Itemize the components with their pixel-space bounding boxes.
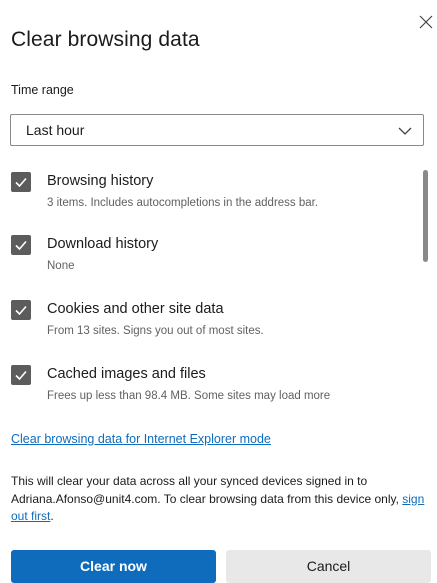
checkmark-icon xyxy=(15,370,27,381)
checkmark-icon xyxy=(15,240,27,251)
cookies-label: Cookies and other site data xyxy=(47,301,224,317)
time-range-select[interactable]: Last hour xyxy=(10,114,424,146)
sync-info-text: This will clear your data across all you… xyxy=(11,473,431,526)
clear-now-button[interactable]: Clear now xyxy=(11,550,216,583)
cached-images-label: Cached images and files xyxy=(47,366,206,382)
checkmark-icon xyxy=(15,305,27,316)
cookies-description: From 13 sites. Signs you out of most sit… xyxy=(47,325,264,337)
sync-info-suffix: . xyxy=(50,509,54,523)
cached-images-checkbox[interactable] xyxy=(11,365,31,385)
clear-browsing-data-dialog: Clear browsing data Time range Last hour… xyxy=(0,0,437,583)
option-cached-images[interactable]: Cached images and files Frees up less th… xyxy=(10,363,405,413)
download-history-checkbox[interactable] xyxy=(11,235,31,255)
browsing-history-description: 3 items. Includes autocompletions in the… xyxy=(47,197,319,209)
option-browsing-history[interactable]: Browsing history 3 items. Includes autoc… xyxy=(10,170,405,220)
cookies-checkbox[interactable] xyxy=(11,300,31,320)
time-range-value: Last hour xyxy=(26,122,85,138)
dialog-title: Clear browsing data xyxy=(11,28,200,51)
option-cookies[interactable]: Cookies and other site data From 13 site… xyxy=(10,298,405,348)
sync-info-body: This will clear your data across all you… xyxy=(11,474,403,506)
download-history-label: Download history xyxy=(47,236,159,252)
time-range-label: Time range xyxy=(11,83,74,97)
browsing-history-label: Browsing history xyxy=(47,173,154,189)
ie-mode-clear-link[interactable]: Clear browsing data for Internet Explore… xyxy=(11,432,271,446)
cached-images-description: Frees up less than 98.4 MB. Some sites m… xyxy=(47,390,331,402)
option-download-history[interactable]: Download history None xyxy=(10,233,405,283)
scrollbar-thumb[interactable] xyxy=(423,170,428,262)
browsing-history-checkbox[interactable] xyxy=(11,172,31,192)
download-history-description: None xyxy=(47,260,75,272)
checkmark-icon xyxy=(15,177,27,188)
cancel-button[interactable]: Cancel xyxy=(226,550,431,583)
close-icon[interactable] xyxy=(418,14,434,30)
chevron-down-icon xyxy=(397,124,413,138)
